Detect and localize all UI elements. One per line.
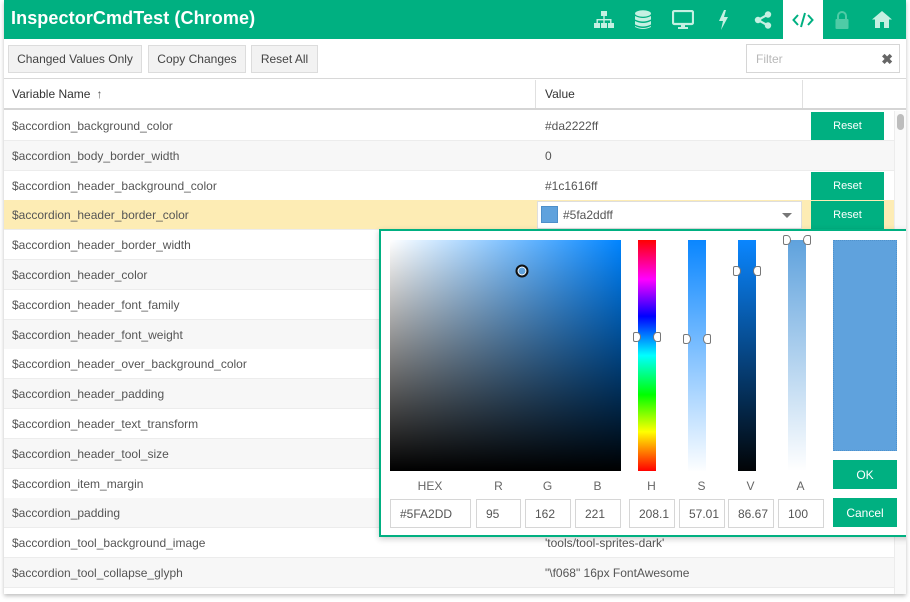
saturation-value-handle[interactable] — [515, 264, 529, 278]
column-label: Value — [545, 87, 575, 101]
color-swatch — [541, 206, 558, 223]
table-row[interactable]: $accordion_body_border_width 0 — [4, 141, 894, 171]
green-input[interactable] — [525, 499, 571, 528]
reset-all-button[interactable]: Reset All — [251, 45, 318, 73]
variable-name-cell: $accordion_background_color — [12, 118, 173, 133]
color-value-text: #5fa2ddff — [563, 208, 613, 222]
variable-name-cell: $accordion_header_over_background_color — [12, 356, 247, 371]
variable-name-cell: $accordion_header_tool_size — [12, 446, 169, 461]
variable-name-cell: $accordion_body_border_width — [12, 148, 180, 163]
hue-input[interactable] — [629, 499, 675, 528]
table-row[interactable]: $accordion_header_background_color #1c161… — [4, 171, 894, 201]
hex-input[interactable] — [390, 499, 471, 528]
sort-ascending-icon: ↑ — [96, 87, 103, 101]
blue-label: B — [593, 479, 602, 493]
alpha-slider[interactable] — [783, 235, 811, 471]
database-icon[interactable] — [623, 0, 663, 39]
variable-name-cell: $accordion_header_text_transform — [12, 416, 199, 431]
alpha-label: A — [796, 479, 805, 493]
variable-name-cell: $accordion_header_color — [12, 267, 148, 282]
value-cell[interactable]: #da2222ff — [545, 111, 598, 140]
hue-slider[interactable] — [633, 240, 661, 471]
variable-name-cell: $accordion_padding — [12, 505, 121, 520]
saturation-label: S — [697, 479, 706, 493]
sitemap-icon[interactable] — [584, 0, 624, 39]
variable-name-cell: $accordion_header_border_color — [12, 207, 189, 222]
table-header: Variable Name ↑ Value — [4, 80, 906, 110]
clear-filter-icon[interactable]: ✖ — [881, 51, 893, 67]
share-icon[interactable] — [743, 0, 783, 39]
saturation-input[interactable] — [679, 499, 725, 528]
variable-name-cell: $accordion_header_border_width — [12, 237, 191, 252]
home-icon[interactable] — [862, 0, 902, 39]
variable-name-cell: $accordion_tool_background_image — [12, 535, 206, 550]
value-cell[interactable]: #1c1616ff — [545, 171, 598, 200]
blue-input[interactable] — [575, 499, 621, 528]
value-cell[interactable]: "\f068" 16px FontAwesome — [545, 558, 689, 587]
color-value-dropdown[interactable]: #5fa2ddff — [537, 201, 802, 229]
alpha-slider-handle[interactable] — [783, 235, 811, 245]
changed-values-only-button[interactable]: Changed Values Only — [8, 45, 142, 73]
chevron-down-icon[interactable] — [782, 213, 792, 218]
color-picker-popup: OK Cancel HEX R G B H S V A — [379, 229, 906, 537]
value-slider[interactable] — [733, 240, 761, 471]
value-cell[interactable]: 0 — [545, 141, 552, 170]
cancel-button[interactable]: Cancel — [833, 498, 897, 527]
variable-name-cell: $accordion_header_font_weight — [12, 327, 183, 342]
green-label: G — [542, 479, 553, 493]
saturation-value-field[interactable] — [390, 240, 621, 471]
hue-slider-handle[interactable] — [633, 332, 661, 343]
lock-icon — [822, 0, 862, 39]
table-row-selected[interactable]: $accordion_header_border_color #5fa2ddff R… — [4, 200, 894, 230]
reset-button[interactable]: Reset — [811, 201, 884, 229]
reset-button[interactable]: Reset — [811, 112, 884, 140]
reset-button[interactable]: Reset — [811, 172, 884, 200]
alpha-input[interactable] — [778, 499, 824, 528]
inspector-window: InspectorCmdTest (Chrome) Changed Values… — [4, 0, 906, 594]
saturation-slider-handle[interactable] — [683, 334, 711, 345]
column-header-value[interactable]: Value — [537, 80, 802, 108]
title-bar: InspectorCmdTest (Chrome) — [4, 0, 906, 39]
color-preview — [833, 240, 897, 451]
desktop-icon[interactable] — [663, 0, 703, 39]
filter-field[interactable]: ✖ — [746, 44, 900, 73]
toolbar: Changed Values Only Copy Changes Reset A… — [4, 39, 906, 79]
hex-label: HEX — [417, 479, 443, 493]
variable-name-cell: $accordion_header_padding — [12, 386, 165, 401]
variable-name-cell: $accordion_header_background_color — [12, 178, 217, 193]
saturation-slider[interactable] — [683, 240, 711, 471]
column-header-variable-name[interactable]: Variable Name ↑ — [4, 80, 535, 108]
window-title: InspectorCmdTest (Chrome) — [11, 8, 256, 28]
variable-name-cell: $accordion_item_margin — [12, 476, 144, 491]
red-input[interactable] — [476, 499, 521, 528]
hue-label: H — [647, 479, 656, 493]
table-row[interactable]: $accordion_background_color #da2222ff Rese… — [4, 111, 894, 141]
variable-name-cell: $accordion_tool_collapse_glyph — [12, 565, 183, 580]
value-label: V — [746, 479, 755, 493]
copy-changes-button[interactable]: Copy Changes — [148, 45, 246, 73]
variable-name-cell: $accordion_header_font_family — [12, 297, 180, 312]
column-header-actions — [803, 80, 906, 108]
filter-input[interactable] — [747, 45, 872, 72]
bolt-icon[interactable] — [703, 0, 743, 39]
red-label: R — [494, 479, 503, 493]
table-row[interactable]: $accordion_tool_collapse_glyph "\f068" 16… — [4, 558, 894, 588]
value-slider-handle[interactable] — [733, 265, 761, 276]
column-label: Variable Name — [12, 87, 91, 101]
code-icon[interactable] — [783, 0, 823, 39]
value-input[interactable] — [728, 499, 774, 528]
column-divider — [535, 80, 536, 108]
ok-button[interactable]: OK — [833, 460, 897, 489]
scrollbar-thumb[interactable] — [897, 114, 904, 130]
